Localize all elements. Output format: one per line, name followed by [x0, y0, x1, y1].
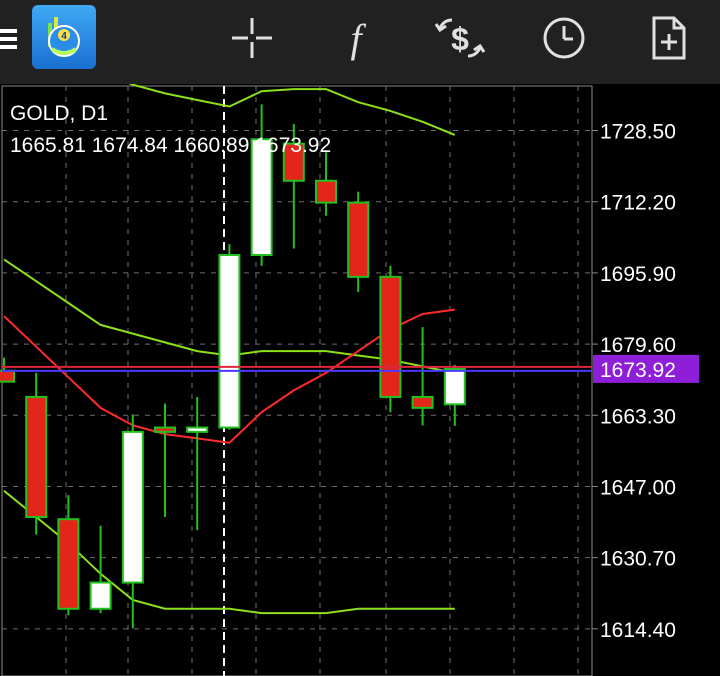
- y-axis-tick-label: 1728.50: [600, 121, 676, 144]
- y-axis-tick-label: 1679.60: [600, 334, 676, 357]
- bearish-candle-body: [0, 369, 15, 383]
- bearish-candle-body: [57, 518, 80, 610]
- dollar-cycle-icon[interactable]: $: [428, 6, 492, 70]
- bearish-candle-body: [154, 426, 176, 433]
- y-axis-tick-label: 1695.90: [600, 263, 676, 286]
- bullish-candle-body: [89, 581, 112, 610]
- bullish-candle-body: [186, 426, 209, 433]
- y-axis-tick-label: 1647.00: [600, 476, 676, 499]
- chart-legend: GOLD, D1 1665.81 1674.84 1660.89 1673.92: [10, 98, 331, 162]
- svg-text:$: $: [451, 21, 469, 57]
- add-document-icon[interactable]: [636, 6, 700, 70]
- y-axis-tick-label: 1630.70: [600, 548, 676, 571]
- bearish-candle-body: [411, 395, 434, 409]
- svg-text:4: 4: [61, 31, 67, 42]
- bullish-candle-body: [121, 430, 144, 584]
- crosshair-icon[interactable]: [220, 6, 284, 70]
- bullish-candle-body: [443, 367, 466, 406]
- clock-icon[interactable]: [532, 6, 596, 70]
- bearish-candle-body: [315, 179, 337, 204]
- bullish-candle-body: [218, 254, 241, 429]
- current-price-label: 1673.92: [600, 359, 676, 382]
- svg-text:f: f: [350, 16, 366, 61]
- ohlc-values-label: 1665.81 1674.84 1660.89 1673.92: [10, 134, 332, 157]
- y-axis-tick-label: 1614.40: [600, 619, 676, 642]
- candlestick-chart[interactable]: 1728.50 1712.20 1695.90 1679.60 1663.30 1647.…: [0, 84, 720, 676]
- bearish-candle-body: [347, 201, 370, 278]
- function-f-icon[interactable]: f: [324, 6, 388, 70]
- price-chart[interactable]: 1728.50 1712.20 1695.90 1679.60 1663.30 1647.…: [0, 84, 720, 676]
- bearish-candle-body: [25, 395, 48, 519]
- y-axis-tick-label: 1712.20: [600, 192, 676, 215]
- top-toolbar: 4 f $: [0, 0, 720, 84]
- metatrader-logo-icon[interactable]: 4: [32, 5, 96, 69]
- bearish-candle-body: [379, 275, 402, 398]
- y-axis-tick-label: 1663.30: [600, 405, 676, 428]
- symbol-timeframe-label: GOLD, D1: [10, 102, 109, 125]
